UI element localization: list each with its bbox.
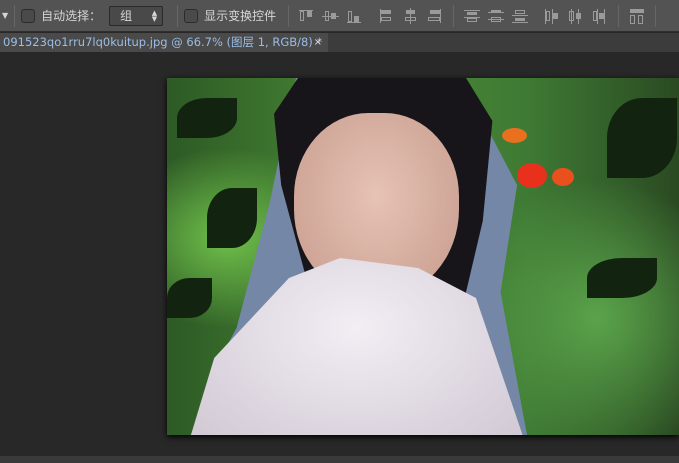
align-left-edges-icon[interactable]: [377, 7, 397, 25]
divider: [655, 4, 657, 27]
distribute-top-icon[interactable]: [462, 7, 482, 25]
divider: [14, 4, 16, 27]
foliage: [587, 258, 657, 298]
red-flower: [502, 128, 527, 143]
distribute-hcenter-icon[interactable]: [566, 7, 586, 25]
foliage: [167, 278, 212, 318]
document-tab[interactable]: 091523qo1rru7lq0kuitup.jpg @ 66.7% (图层 1…: [0, 33, 328, 52]
auto-select-dropdown[interactable]: 组 ▲ ▼: [109, 5, 164, 26]
auto-select-value: 组: [120, 9, 133, 23]
distribute-right-icon[interactable]: [590, 7, 610, 25]
document-tab-bar: 091523qo1rru7lq0kuitup.jpg @ 66.7% (图层 1…: [0, 33, 679, 52]
foliage: [607, 98, 677, 178]
distribute-vcenter-icon[interactable]: [486, 7, 506, 25]
divider: [288, 4, 290, 27]
align-right-edges-icon[interactable]: [425, 7, 445, 25]
bottom-panel-edge: [0, 456, 679, 463]
auto-select-label: 自动选择：: [41, 9, 102, 23]
auto-select-checkbox[interactable]: [21, 8, 36, 23]
red-flower: [552, 168, 574, 186]
foliage: [177, 98, 237, 138]
align-top-edges-icon[interactable]: [297, 7, 317, 25]
foliage: [207, 188, 257, 248]
align-bottom-edges-icon[interactable]: [345, 7, 365, 25]
tool-preset-dropdown-icon[interactable]: ▼: [2, 11, 8, 20]
distribute-left-icon[interactable]: [542, 7, 562, 25]
document-tab-title: 091523qo1rru7lq0kuitup.jpg @ 66.7% (图层 1…: [3, 35, 323, 49]
options-bar: ▼ 自动选择： 组 ▲ ▼ 显示变换控件: [0, 0, 679, 32]
document-canvas-image[interactable]: [167, 78, 679, 435]
align-vertical-centers-icon[interactable]: [321, 7, 341, 25]
distribute-bottom-icon[interactable]: [510, 7, 530, 25]
divider: [618, 4, 620, 27]
divider: [177, 4, 179, 27]
close-tab-icon[interactable]: ×: [314, 33, 322, 52]
show-transform-checkbox[interactable]: [184, 8, 199, 23]
divider: [453, 4, 455, 27]
updown-icon: ▲ ▼: [151, 8, 158, 23]
auto-align-layers-icon[interactable]: [627, 7, 647, 25]
red-flower: [517, 163, 547, 188]
align-horizontal-centers-icon[interactable]: [401, 7, 421, 25]
show-transform-label: 显示变换控件: [204, 9, 277, 23]
